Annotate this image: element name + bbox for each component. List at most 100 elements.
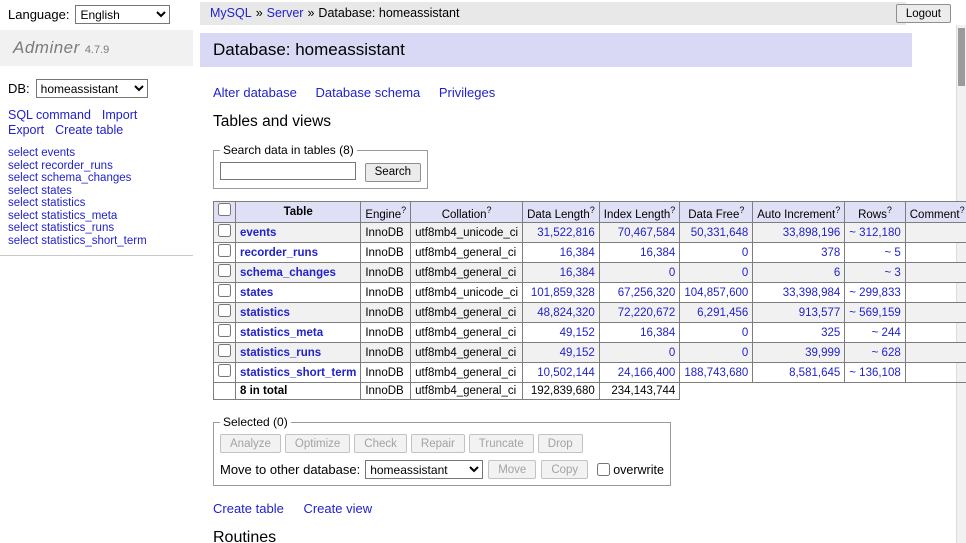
move-row: Move to other database: homeassistant Mo… (220, 460, 664, 479)
table-link[interactable]: schema_changes (240, 267, 336, 279)
cell-index-length: 16,384 (599, 323, 680, 343)
row-checkbox[interactable] (218, 344, 231, 357)
cell-index-length: 72,220,672 (599, 303, 680, 323)
check-button[interactable]: Check (354, 434, 407, 453)
row-checkbox[interactable] (218, 284, 231, 297)
cell-table-name: statistics_short_term (236, 363, 361, 383)
sidebar-select-states-link[interactable]: select states (8, 185, 185, 198)
cell-data-length: 31,522,816 (523, 223, 600, 243)
database-action-links: Alter database Database schema Privilege… (213, 85, 912, 100)
total-empty-cell (214, 383, 236, 400)
sidebar-select-statistics_meta-link[interactable]: select statistics_meta (8, 210, 185, 223)
total-row: 8 in total InnoDB utf8mb4_general_ci 192… (214, 383, 966, 400)
cell-collation: utf8mb4_unicode_ci (411, 223, 523, 243)
analyze-button[interactable]: Analyze (220, 434, 281, 453)
row-checkbox[interactable] (218, 364, 231, 377)
table-link[interactable]: statistics (240, 307, 290, 319)
row-select-cell (214, 243, 236, 263)
import-link[interactable]: Import (102, 108, 137, 122)
drop-button[interactable]: Drop (538, 434, 583, 453)
search-button[interactable]: Search (365, 163, 421, 182)
optimize-button[interactable]: Optimize (285, 434, 350, 453)
rows-count-link[interactable]: ~ 628 (872, 347, 901, 359)
help-icon[interactable]: ? (960, 205, 965, 215)
routines-heading: Routines (213, 529, 912, 543)
row-checkbox[interactable] (218, 224, 231, 237)
help-icon[interactable]: ? (590, 205, 595, 215)
rows-count-link[interactable]: ~ 244 (872, 327, 901, 339)
table-link[interactable]: events (240, 227, 276, 239)
table-link[interactable]: recorder_runs (240, 247, 318, 259)
rows-count-link[interactable]: ~ 3 (884, 267, 900, 279)
privileges-link[interactable]: Privileges (439, 85, 495, 100)
create-table-link[interactable]: Create table (213, 501, 284, 516)
total-engine: InnoDB (361, 383, 411, 400)
truncate-button[interactable]: Truncate (469, 434, 534, 453)
move-db-select[interactable]: homeassistant (365, 460, 483, 479)
sidebar-select-statistics_runs-link[interactable]: select statistics_runs (8, 222, 185, 235)
app-name: Adminer (13, 38, 80, 57)
overwrite-checkbox[interactable] (597, 463, 610, 476)
create-view-link[interactable]: Create view (303, 501, 372, 516)
repair-button[interactable]: Repair (411, 434, 465, 453)
help-icon[interactable]: ? (486, 205, 491, 215)
export-link[interactable]: Export (8, 123, 44, 137)
db-select[interactable]: homeassistant (36, 79, 148, 98)
table-link[interactable]: states (240, 287, 273, 299)
sidebar-select-events-link[interactable]: select events (8, 147, 185, 160)
table-link[interactable]: statistics_short_term (240, 367, 356, 379)
table-link[interactable]: statistics_meta (240, 327, 323, 339)
cell-auto-increment: 8,581,645 (753, 363, 845, 383)
total-index-length: 234,143,744 (599, 383, 680, 400)
cell-engine: InnoDB (361, 323, 411, 343)
alter-database-link[interactable]: Alter database (213, 85, 297, 100)
app-version: 4.7.9 (85, 44, 109, 56)
rows-count-link[interactable]: ~ 299,833 (849, 287, 900, 299)
table-link[interactable]: statistics_runs (240, 347, 321, 359)
rows-count-link[interactable]: ~ 569,159 (849, 307, 900, 319)
sidebar-select-recorder_runs-link[interactable]: select recorder_runs (8, 160, 185, 173)
breadcrumb: MySQL»Server»Database: homeassistant (200, 2, 906, 25)
copy-button[interactable]: Copy (541, 460, 588, 479)
cell-rows: ~ 136,108 (845, 363, 905, 383)
row-checkbox[interactable] (218, 264, 231, 277)
sidebar-select-schema_changes-link[interactable]: select schema_changes (8, 172, 185, 185)
cell-collation: utf8mb4_general_ci (411, 303, 523, 323)
cell-comment (905, 263, 966, 283)
scrollbar-thumb[interactable] (958, 28, 965, 86)
sidebar-select-statistics-link[interactable]: select statistics (8, 197, 185, 210)
move-to-database-label: Move to other database: (220, 462, 360, 477)
logout-button[interactable]: Logout (896, 4, 951, 23)
row-checkbox[interactable] (218, 324, 231, 337)
row-checkbox[interactable] (218, 304, 231, 317)
cell-comment (905, 243, 966, 263)
rows-count-link[interactable]: ~ 5 (884, 247, 900, 259)
cell-rows: ~ 299,833 (845, 283, 905, 303)
row-checkbox[interactable] (218, 244, 231, 257)
help-icon[interactable]: ? (887, 205, 892, 215)
cell-auto-increment: 6 (753, 263, 845, 283)
sidebar-select-statistics_short_term-link[interactable]: select statistics_short_term (8, 235, 185, 248)
sql-command-link[interactable]: SQL command (8, 108, 91, 122)
database-schema-link[interactable]: Database schema (315, 85, 420, 100)
breadcrumb-mysql-link[interactable]: MySQL (210, 6, 252, 20)
rows-count-link[interactable]: ~ 312,180 (849, 227, 900, 239)
cell-engine: InnoDB (361, 283, 411, 303)
help-icon[interactable]: ? (401, 205, 406, 215)
cell-data-length: 49,152 (523, 323, 600, 343)
help-icon[interactable]: ? (835, 205, 840, 215)
select-all-checkbox[interactable] (218, 203, 231, 216)
cell-comment (905, 283, 966, 303)
cell-index-length: 67,256,320 (599, 283, 680, 303)
help-icon[interactable]: ? (739, 205, 744, 215)
move-button[interactable]: Move (488, 460, 536, 479)
cell-auto-increment: 33,398,984 (753, 283, 845, 303)
rows-count-link[interactable]: ~ 136,108 (849, 367, 900, 379)
breadcrumb-server-link[interactable]: Server (267, 6, 304, 20)
language-select[interactable]: English (75, 5, 170, 24)
cell-table-name: recorder_runs (236, 243, 361, 263)
search-input[interactable] (220, 162, 356, 180)
help-icon[interactable]: ? (670, 205, 675, 215)
cell-table-name: statistics_meta (236, 323, 361, 343)
sidebar-create-table-link[interactable]: Create table (55, 123, 123, 137)
